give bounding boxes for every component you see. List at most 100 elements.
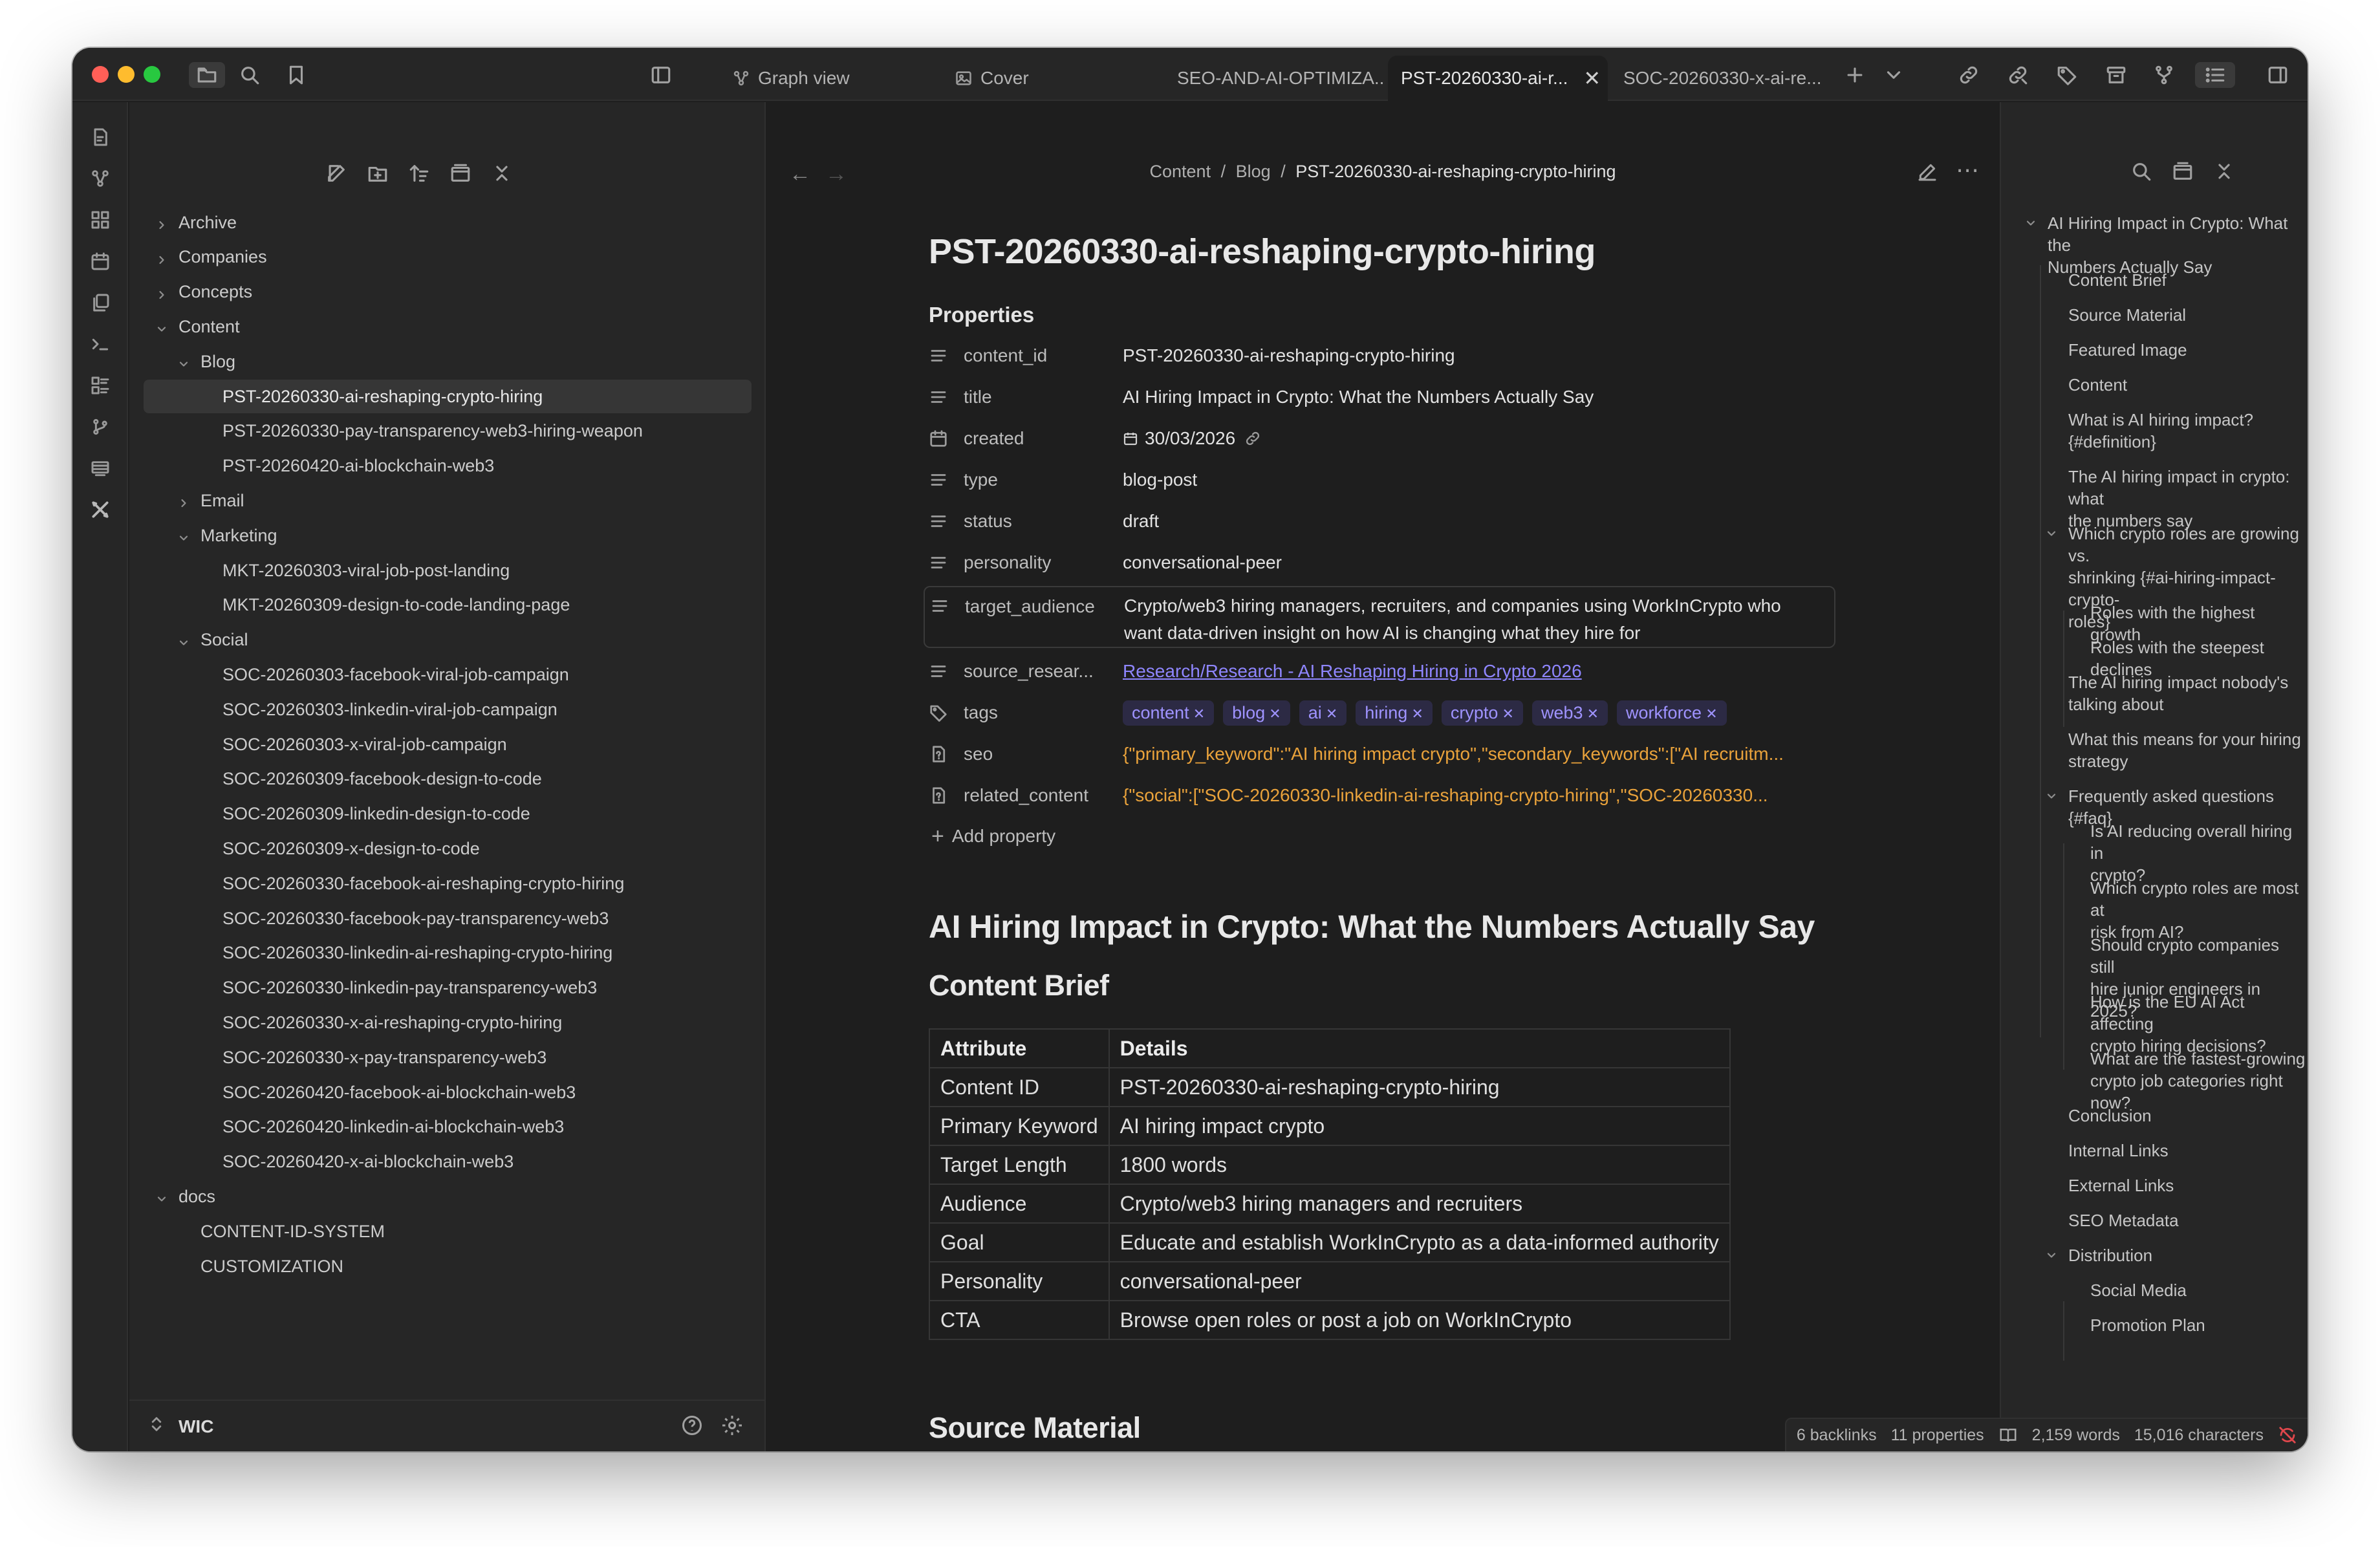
table-cell[interactable]: Audience (929, 1184, 1110, 1224)
tree-folder[interactable]: docs (144, 1180, 752, 1213)
tree-file[interactable]: SOC-20260303-linkedin-viral-job-campaign (144, 693, 752, 726)
tag-icon[interactable] (2054, 62, 2080, 88)
tree-file[interactable]: SOC-20260309-facebook-design-to-code (144, 763, 752, 796)
tree-file[interactable]: SOC-20260420-facebook-ai-blockchain-web3 (144, 1076, 752, 1109)
tree-file[interactable]: SOC-20260330-linkedin-pay-transparency-w… (144, 971, 752, 1005)
outline-item[interactable]: External Links (2068, 1174, 2174, 1196)
outline-item[interactable]: Is AI reducing overall hiring in crypto? (2090, 820, 2308, 886)
graph-view-icon[interactable] (89, 167, 112, 190)
breadcrumb-blog[interactable]: Blog (1236, 162, 1271, 181)
tree-folder[interactable]: Email (144, 484, 752, 517)
tree-folder[interactable]: Concepts (144, 276, 752, 309)
tree-folder[interactable]: Social (144, 623, 752, 657)
status-properties[interactable]: 11 properties (1891, 1426, 1984, 1445)
edit-mode-icon[interactable] (1917, 162, 1939, 184)
property-personality[interactable]: personality conversational-peer (929, 542, 1847, 583)
outgoing-links-icon[interactable] (2005, 62, 2031, 88)
sync-error-icon[interactable] (2278, 1425, 2297, 1445)
heading-content-brief[interactable]: Content Brief (929, 969, 1847, 1002)
page-title[interactable]: PST-20260330-ai-reshaping-crypto-hiring (929, 232, 1847, 272)
remove-tag-icon[interactable]: ✕ (1702, 706, 1717, 722)
property-value[interactable]: conversational-peer (1123, 552, 1282, 573)
table-cell[interactable]: 1800 words (1108, 1145, 1731, 1185)
outline-item[interactable]: Conclusion (2068, 1105, 2152, 1127)
archive-icon[interactable] (2103, 62, 2129, 88)
backlinks-icon[interactable] (1956, 62, 1982, 88)
templates-icon[interactable] (89, 291, 112, 314)
table-cell[interactable]: AI hiring impact crypto (1108, 1106, 1731, 1146)
collapse-all-icon[interactable] (448, 160, 473, 186)
tree-file[interactable]: SOC-20260420-linkedin-ai-blockchain-web3 (144, 1110, 752, 1144)
tag-pill[interactable]: crypto ✕ (1441, 700, 1523, 726)
tab-list-chevron-icon[interactable] (1881, 62, 1907, 88)
tree-file[interactable]: SOC-20260330-x-pay-transparency-web3 (144, 1041, 752, 1074)
chevron-down-icon[interactable] (2045, 527, 2058, 540)
outline-item[interactable]: The AI hiring impact in crypto: what the … (2068, 466, 2308, 532)
tools-icon[interactable] (89, 498, 112, 521)
table-cell[interactable]: Target Length (929, 1145, 1110, 1185)
toggle-left-sidebar-icon[interactable] (648, 62, 674, 88)
search-icon[interactable] (237, 62, 263, 88)
terminal-icon[interactable] (89, 332, 112, 356)
property-seo[interactable]: seo {"primary_keyword":"AI hiring impact … (929, 733, 1847, 775)
chevron-down-icon[interactable] (2045, 790, 2058, 803)
help-icon[interactable] (680, 1414, 704, 1437)
tree-file[interactable]: SOC-20260303-x-viral-job-campaign (144, 728, 752, 761)
new-note-icon[interactable] (323, 160, 349, 186)
add-property-button[interactable]: + Add property (929, 816, 1847, 856)
new-tab-icon[interactable] (1842, 62, 1868, 88)
tab-soc-x-ai-reshaping[interactable]: SOC-20260330-x-ai-re... (1610, 56, 1830, 101)
reading-view-icon[interactable] (1998, 1425, 2018, 1445)
table-cell[interactable]: Primary Keyword (929, 1106, 1110, 1146)
heading-h1[interactable]: AI Hiring Impact in Crypto: What the Num… (929, 908, 1847, 946)
canvas-icon[interactable] (89, 208, 112, 232)
tree-file[interactable]: SOC-20260303-facebook-viral-job-campaign (144, 658, 752, 691)
calendar-icon[interactable] (89, 250, 112, 273)
tab-pst-ai-reshaping[interactable]: PST-20260330-ai-r... ✕ (1388, 56, 1608, 101)
property-value[interactable]: {"primary_keyword":"AI hiring impact cry… (1123, 744, 1784, 764)
remove-tag-icon[interactable]: ✕ (1189, 706, 1205, 722)
date-value[interactable]: 30/03/2026 (1123, 428, 1261, 449)
outline-item[interactable]: How is the EU AI Act affecting crypto hir… (2090, 991, 2308, 1057)
tree-file[interactable]: SOC-20260330-facebook-ai-reshaping-crypt… (144, 867, 752, 900)
table-cell[interactable]: Content ID (929, 1067, 1110, 1107)
table-cell[interactable]: Personality (929, 1261, 1110, 1301)
outline-item[interactable]: AI Hiring Impact in Crypto: What the Numb… (2048, 212, 2308, 278)
vault-switcher[interactable]: WIC (129, 1400, 764, 1451)
heading-source-material[interactable]: Source Material (929, 1411, 1847, 1445)
close-tab-icon[interactable]: ✕ (1583, 66, 1601, 91)
status-backlinks[interactable]: 6 backlinks (1797, 1426, 1877, 1445)
table-cell[interactable]: Goal (929, 1222, 1110, 1262)
tree-file[interactable]: MKT-20260303-viral-job-post-landing (144, 554, 752, 587)
minimize-window-button[interactable] (118, 66, 135, 83)
outline-item[interactable]: What this means for your hiring strategy (2068, 728, 2301, 772)
table-cell[interactable]: PST-20260330-ai-reshaping-crypto-hiring (1108, 1067, 1731, 1107)
outline-expand-icon[interactable] (2213, 160, 2236, 184)
tag-pill[interactable]: web3 ✕ (1531, 700, 1608, 726)
bases-icon[interactable] (89, 457, 112, 480)
tag-pill[interactable]: content ✕ (1123, 700, 1215, 726)
tree-folder[interactable]: Blog (144, 345, 752, 378)
daily-note-icon[interactable] (89, 125, 112, 149)
property-value[interactable]: AI Hiring Impact in Crypto: What the Num… (1123, 387, 1594, 407)
property-link[interactable]: Research/Research - AI Reshaping Hiring … (1123, 661, 1582, 682)
more-options-icon[interactable]: ⋯ (1956, 157, 1980, 184)
breadcrumb-current[interactable]: PST-20260330-ai-reshaping-crypto-hiring (1295, 162, 1616, 181)
zoom-window-button[interactable] (144, 66, 160, 83)
tree-file[interactable]: PST-20260330-ai-reshaping-crypto-hiring (144, 380, 752, 413)
property-title[interactable]: title AI Hiring Impact in Crypto: What th… (929, 376, 1847, 418)
outline-item[interactable]: Promotion Plan (2090, 1314, 2205, 1336)
remove-tag-icon[interactable]: ✕ (1407, 706, 1423, 722)
chevron-down-icon[interactable] (2045, 1249, 2058, 1262)
properties-heading[interactable]: Properties (929, 303, 1847, 327)
tree-file[interactable]: SOC-20260420-x-ai-blockchain-web3 (144, 1145, 752, 1179)
outline-collapse-icon[interactable] (2172, 160, 2195, 184)
outline-item[interactable]: What are the fastest-growing crypto job c… (2090, 1048, 2308, 1114)
toggle-right-sidebar-icon[interactable] (2265, 62, 2291, 88)
remove-tag-icon[interactable]: ✕ (1265, 706, 1281, 722)
property-value[interactable]: draft (1123, 511, 1159, 532)
tag-pill[interactable]: blog ✕ (1223, 700, 1290, 726)
outline-item[interactable]: Internal Links (2068, 1140, 2169, 1162)
outline-item[interactable]: Distribution (2068, 1244, 2152, 1266)
remove-tag-icon[interactable]: ✕ (1583, 706, 1599, 722)
